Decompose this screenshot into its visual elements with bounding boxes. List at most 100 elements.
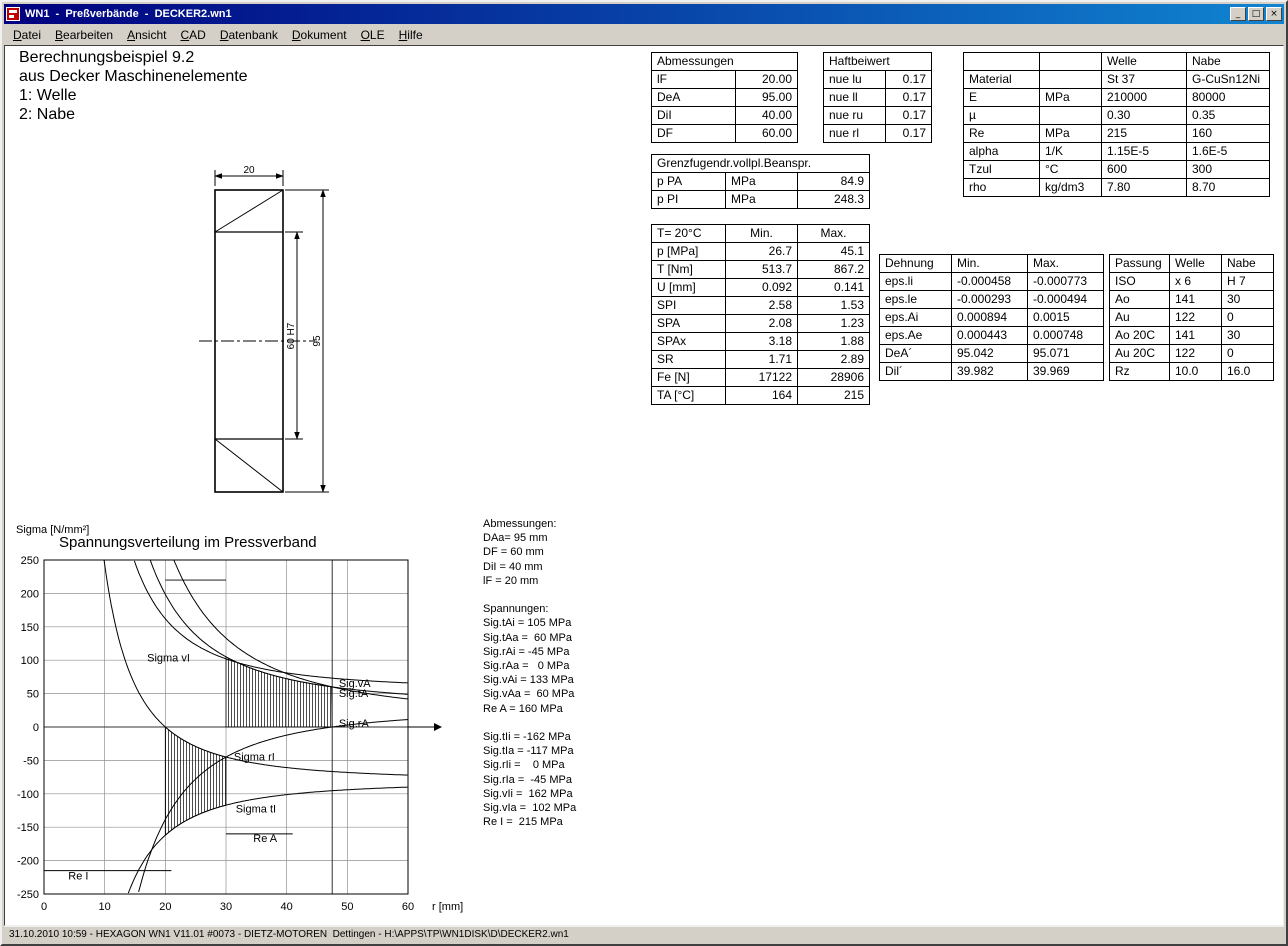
text-line: Re I = 215 MPa xyxy=(483,815,576,829)
table-cell: Ao 20C xyxy=(1110,327,1170,345)
table-cell: 26.7 xyxy=(726,243,798,261)
text-line: Sig.vIi = 162 MPa xyxy=(483,787,576,801)
dim-outer-label: 95 xyxy=(312,335,323,347)
table-cell: MPa xyxy=(1040,125,1102,143)
menu-item-dokument[interactable]: Dokument xyxy=(285,26,354,44)
table-cell: 0.35 xyxy=(1187,107,1270,125)
table-cell: alpha xyxy=(964,143,1040,161)
table-cell: nue lu xyxy=(824,71,886,89)
text-line: Spannungen: xyxy=(483,602,576,616)
table-cell: 1.6E-5 xyxy=(1187,143,1270,161)
table-cell: eps.le xyxy=(880,291,952,309)
dim-bore-label: 60 H7 xyxy=(286,322,297,349)
table-row: ReMPa215160 xyxy=(964,125,1270,143)
table-row: lF20.00 xyxy=(652,71,798,89)
table-cell: 0.17 xyxy=(886,89,932,107)
material-table: WelleNabe MaterialSt 37G-CuSn12NiEMPa210… xyxy=(963,52,1270,197)
table-row: rhokg/dm37.808.70 xyxy=(964,179,1270,197)
table-cell: 0.17 xyxy=(886,71,932,89)
column-header: Max. xyxy=(1028,255,1104,273)
table-row: T [Nm]513.7867.2 xyxy=(652,261,870,279)
table-cell: Re xyxy=(964,125,1040,143)
window-controls: _ □ × xyxy=(1230,7,1282,21)
table-cell: U [mm] xyxy=(652,279,726,297)
table-cell: SR xyxy=(652,351,726,369)
column-header: Nabe xyxy=(1222,255,1274,273)
table-title: Haftbeiwert xyxy=(824,53,932,71)
menu-item-hilfe[interactable]: Hilfe xyxy=(392,26,430,44)
menu-bar: DateiBearbeitenAnsichtCADDatenbankDokume… xyxy=(4,24,1284,45)
text-line: DAa= 95 mm xyxy=(483,531,576,545)
table-row: EMPa21000080000 xyxy=(964,89,1270,107)
table-row: nue rl0.17 xyxy=(824,125,932,143)
close-button[interactable]: × xyxy=(1266,7,1282,21)
table-cell: Ao xyxy=(1110,291,1170,309)
curve-label: Sig.tA xyxy=(339,688,369,700)
text-line: Sig.rAi = -45 MPa xyxy=(483,645,576,659)
status-text: 31.10.2010 10:59 - HEXAGON WN1 V11.01 #0… xyxy=(9,929,569,940)
table-cell: E xyxy=(964,89,1040,107)
table-cell: 45.1 xyxy=(798,243,870,261)
table-row: eps.Ae0.0004430.000748 xyxy=(880,327,1104,345)
y-tick-label: 250 xyxy=(21,555,39,567)
table-cell: Au xyxy=(1110,309,1170,327)
menu-item-ole[interactable]: OLE xyxy=(354,26,392,44)
t20-table: T= 20°CMin.Max. p [MPa]26.745.1T [Nm]513… xyxy=(651,224,870,405)
table-cell: -0.000773 xyxy=(1028,273,1104,291)
text-line: Berechnungsbeispiel 9.2 xyxy=(19,48,248,67)
table-cell: 1/K xyxy=(1040,143,1102,161)
menu-item-cad[interactable]: CAD xyxy=(173,26,212,44)
text-line: Sig.rAa = 0 MPa xyxy=(483,659,576,673)
text-line: DiI = 40 mm xyxy=(483,560,576,574)
text-line: Sig.vIa = 102 MPa xyxy=(483,801,576,815)
menu-item-bearbeiten[interactable]: Bearbeiten xyxy=(48,26,120,44)
table-cell: x 6 xyxy=(1170,273,1222,291)
grenzfugendruck-table: Grenzfugendr.vollpl.Beanspr. p PAMPa84.9… xyxy=(651,154,870,209)
table-cell: 40.00 xyxy=(736,107,798,125)
table-row: Tzul°C600300 xyxy=(964,161,1270,179)
table-cell: 141 xyxy=(1170,327,1222,345)
table-row: eps.le-0.000293-0.000494 xyxy=(880,291,1104,309)
title-bar[interactable]: WN1 - Preßverbände - DECKER2.wn1 _ □ × xyxy=(4,4,1284,24)
table-cell: TA [°C] xyxy=(652,387,726,405)
sigma-vI-curve xyxy=(134,561,407,683)
table-cell: kg/dm3 xyxy=(1040,179,1102,197)
table-cell: 210000 xyxy=(1102,89,1187,107)
axis-arrow-icon xyxy=(434,723,442,731)
hatch-region xyxy=(165,727,226,835)
table-row: DeA95.00 xyxy=(652,89,798,107)
table-row: Au 20C1220 xyxy=(1110,345,1274,363)
y-tick-label: 50 xyxy=(27,689,39,701)
stress-chart: Sigma vISigma rISigma tIRe ARe ISig.vASi… xyxy=(11,520,481,926)
curve-label: Sigma rI xyxy=(234,751,275,763)
table-cell: 10.0 xyxy=(1170,363,1222,381)
table-row: eps.li-0.000458-0.000773 xyxy=(880,273,1104,291)
menu-item-ansicht[interactable]: Ansicht xyxy=(120,26,173,44)
minimize-button[interactable]: _ xyxy=(1230,7,1246,21)
menu-item-datei[interactable]: Datei xyxy=(6,26,48,44)
page-title: Berechnungsbeispiel 9.2aus Decker Maschi… xyxy=(19,48,248,124)
table-row: nue lu0.17 xyxy=(824,71,932,89)
table-cell: µ xyxy=(964,107,1040,125)
table-cell: 1.23 xyxy=(798,315,870,333)
table-cell: SPA xyxy=(652,315,726,333)
column-header: Max. xyxy=(798,225,870,243)
text-line xyxy=(483,588,576,602)
passung-table: PassungWelleNabe ISOx 6H 7Ao14130Au1220A… xyxy=(1109,254,1274,381)
haftbeiwert-table: Haftbeiwert nue lu0.17nue ll0.17nue ru0.… xyxy=(823,52,932,143)
table-cell: eps.Ai xyxy=(880,309,952,327)
y-tick-label: -150 xyxy=(17,822,39,834)
column-header: Nabe xyxy=(1187,53,1270,71)
table-row: Ao14130 xyxy=(1110,291,1274,309)
column-header: Dehnung xyxy=(880,255,952,273)
y-tick-label: 100 xyxy=(21,655,39,667)
maximize-button[interactable]: □ xyxy=(1248,7,1264,21)
client-area: Berechnungsbeispiel 9.2aus Decker Maschi… xyxy=(4,45,1284,926)
menu-item-datenbank[interactable]: Datenbank xyxy=(213,26,285,44)
x-axis-label: r [mm] xyxy=(432,901,463,913)
table-cell: 2.08 xyxy=(726,315,798,333)
table-cell: eps.li xyxy=(880,273,952,291)
table-cell: -0.000293 xyxy=(952,291,1028,309)
table-cell: 3.18 xyxy=(726,333,798,351)
x-tick-label: 40 xyxy=(281,901,293,913)
